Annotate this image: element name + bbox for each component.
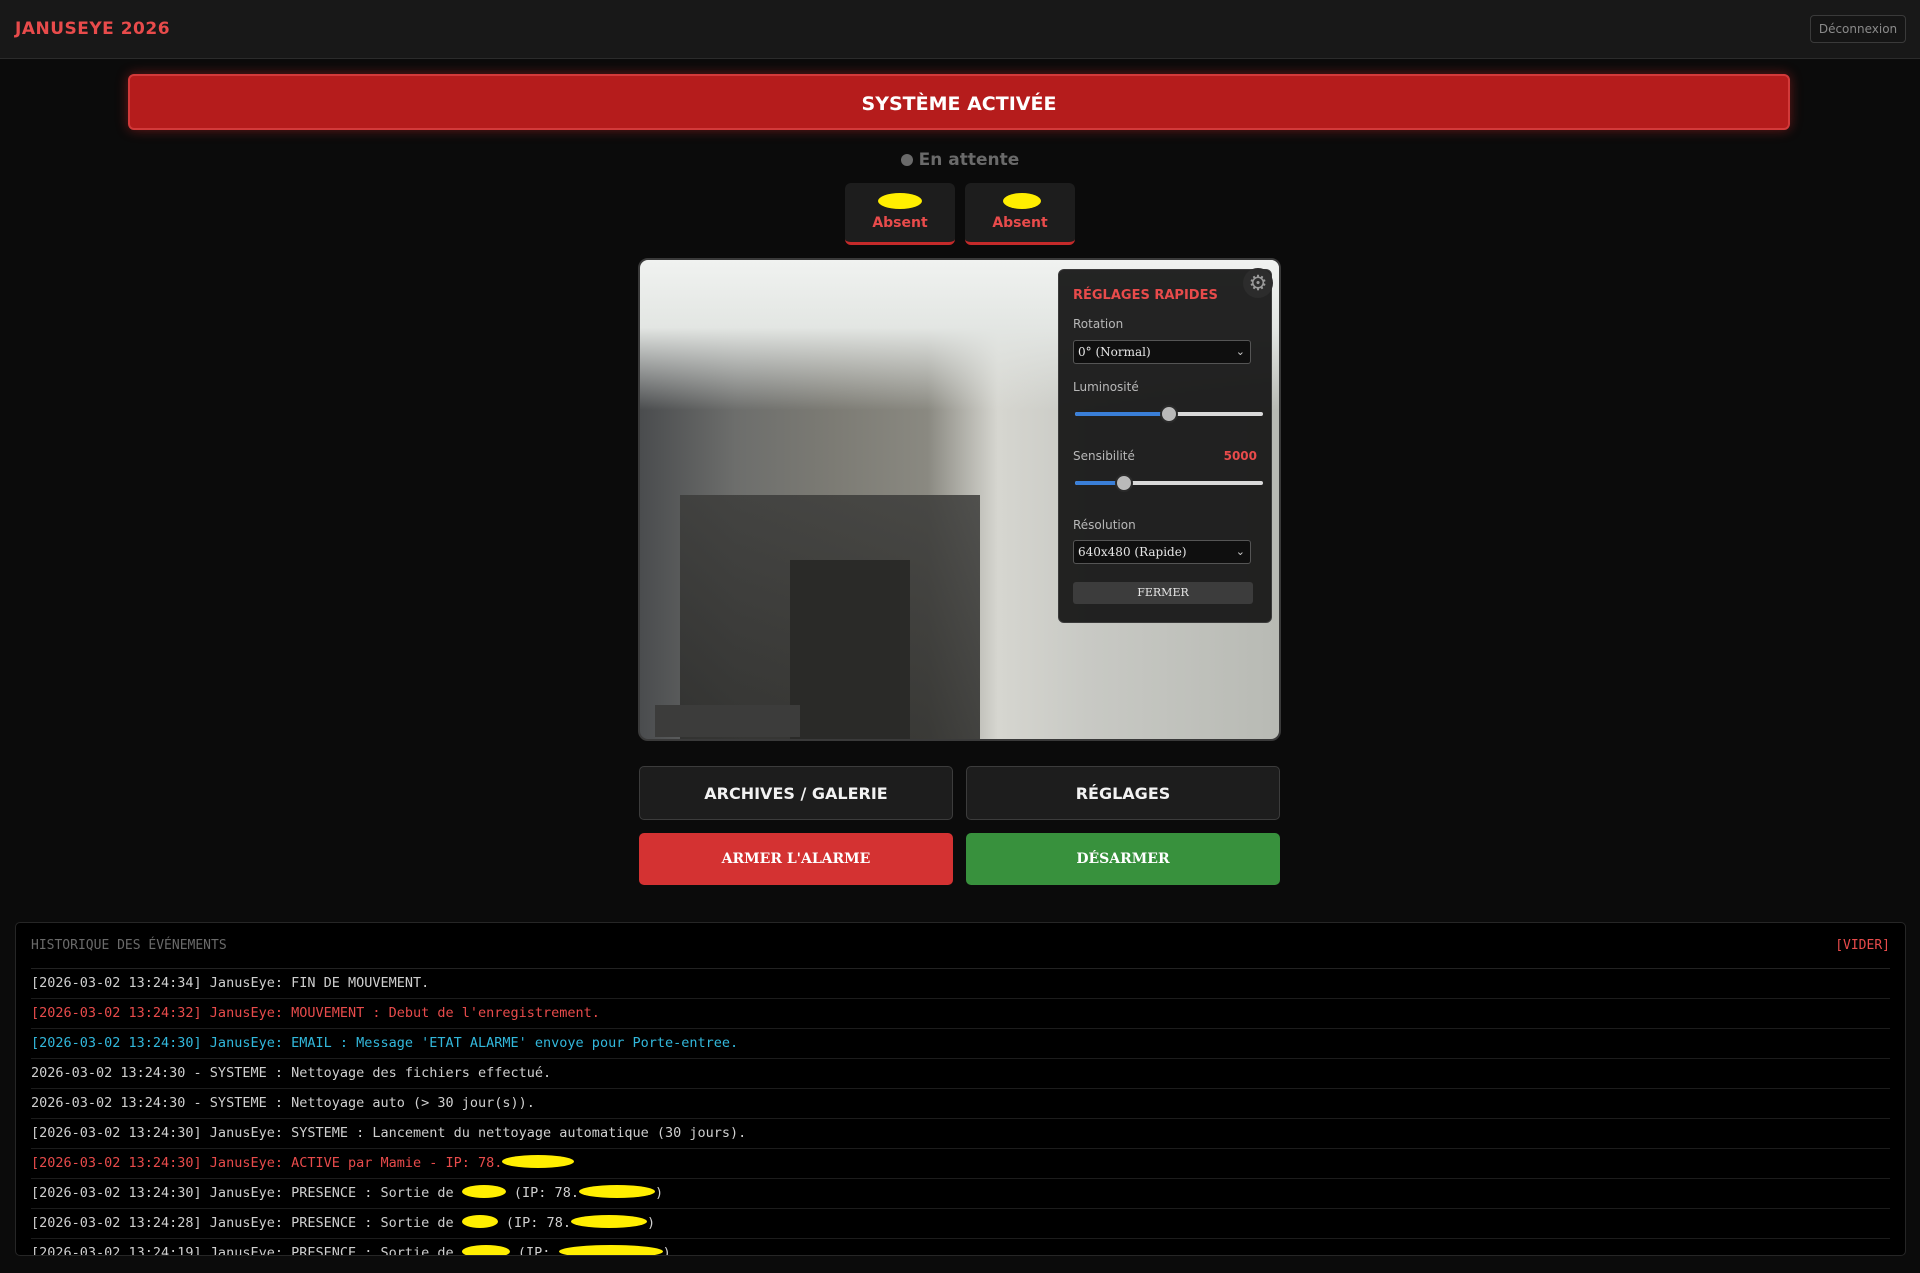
log-text-end: ) bbox=[662, 1245, 671, 1256]
waiting-indicator: En attente bbox=[0, 150, 1920, 170]
arm-alarm-button[interactable]: ARMER L'ALARME bbox=[639, 833, 953, 885]
settings-button[interactable]: RÉGLAGES bbox=[966, 766, 1280, 820]
presence-state: Absent bbox=[992, 215, 1048, 231]
redacted-ip bbox=[502, 1155, 575, 1168]
sensitivity-value: 5000 bbox=[1223, 449, 1257, 463]
resolution-select[interactable]: 640x480 (Rapide) ⌄ bbox=[1073, 540, 1251, 564]
log-entry: [2026-03-02 13:24:30] JanusEye: EMAIL : … bbox=[31, 1029, 1890, 1059]
redacted-ip bbox=[578, 1185, 655, 1198]
quick-settings-panel: ⚙ RÉGLAGES RAPIDES Rotation 0° (Normal) … bbox=[1058, 268, 1273, 623]
log-text: 2026-03-02 13:24:30 - SYSTEME : Nettoyag… bbox=[31, 1095, 535, 1111]
log-text: [2026-03-02 13:24:28] JanusEye: PRESENCE… bbox=[31, 1215, 454, 1231]
redacted-name bbox=[461, 1215, 498, 1228]
close-quick-settings-button[interactable]: FERMER bbox=[1073, 582, 1253, 604]
log-text-ip: (IP: 78. bbox=[513, 1185, 579, 1201]
log-text: [2026-03-02 13:24:32] JanusEye: MOUVEMEN… bbox=[31, 1005, 600, 1021]
redacted-name bbox=[878, 193, 922, 209]
slider-thumb[interactable] bbox=[1114, 474, 1133, 492]
rotation-label: Rotation bbox=[1073, 317, 1124, 331]
presence-state: Absent bbox=[872, 215, 928, 231]
slider-fill bbox=[1075, 412, 1169, 416]
gear-icon[interactable]: ⚙ bbox=[1243, 268, 1273, 298]
event-log-list: [2026-03-02 13:24:34] JanusEye: FIN DE M… bbox=[31, 969, 1890, 1256]
log-entry: 2026-03-02 13:24:30 - SYSTEME : Nettoyag… bbox=[31, 1089, 1890, 1119]
history-title: HISTORIQUE DES ÉVÉNEMENTS bbox=[31, 938, 227, 953]
log-text: [2026-03-02 13:24:30] JanusEye: SYSTEME … bbox=[31, 1125, 747, 1141]
log-text: [2026-03-02 13:24:19] JanusEye: PRESENCE… bbox=[31, 1245, 454, 1256]
presence-card-1: Absent bbox=[845, 183, 955, 245]
redacted-name bbox=[1003, 193, 1041, 209]
rotation-select[interactable]: 0° (Normal) ⌄ bbox=[1073, 340, 1251, 364]
presence-card-2: Absent bbox=[965, 183, 1075, 245]
log-text: [2026-03-02 13:24:30] JanusEye: ACTIVE p… bbox=[31, 1155, 503, 1171]
slider-thumb[interactable] bbox=[1160, 405, 1178, 423]
sensitivity-slider[interactable] bbox=[1075, 473, 1263, 493]
log-entry: [2026-03-02 13:24:32] JanusEye: MOUVEMEN… bbox=[31, 999, 1890, 1029]
log-text: [2026-03-02 13:24:34] JanusEye: FIN DE M… bbox=[31, 975, 430, 991]
log-entry: [2026-03-02 13:24:30] JanusEye: SYSTEME … bbox=[31, 1119, 1890, 1149]
brightness-slider[interactable] bbox=[1075, 404, 1263, 424]
redacted-ip bbox=[558, 1245, 663, 1255]
logout-button[interactable]: Déconnexion bbox=[1810, 15, 1906, 43]
log-text-end: ) bbox=[654, 1185, 664, 1201]
chevron-down-icon: ⌄ bbox=[1235, 545, 1245, 558]
log-entry: [2026-03-02 13:24:30] JanusEye: ACTIVE p… bbox=[31, 1149, 1890, 1179]
log-text: [2026-03-02 13:24:30] JanusEye: EMAIL : … bbox=[31, 1035, 739, 1051]
top-bar: JANUSEYE 2026 Déconnexion bbox=[0, 0, 1920, 59]
log-entry: [2026-03-02 13:24:19] JanusEye: PRESENCE… bbox=[31, 1239, 1890, 1256]
brightness-label: Luminosité bbox=[1073, 380, 1139, 394]
history-header: HISTORIQUE DES ÉVÉNEMENTS [VIDER] bbox=[31, 938, 1890, 969]
log-text-ip: (IP: bbox=[517, 1245, 551, 1256]
redacted-ip bbox=[570, 1215, 647, 1228]
camera-image-object bbox=[790, 560, 910, 739]
resolution-value: 640x480 (Rapide) bbox=[1078, 545, 1187, 559]
quick-settings-title: RÉGLAGES RAPIDES bbox=[1073, 288, 1218, 303]
disarm-button[interactable]: DÉSARMER bbox=[966, 833, 1280, 885]
log-text: 2026-03-02 13:24:30 - SYSTEME : Nettoyag… bbox=[31, 1065, 552, 1081]
log-entry: [2026-03-02 13:24:34] JanusEye: FIN DE M… bbox=[31, 969, 1890, 999]
log-text-end: ) bbox=[646, 1215, 656, 1231]
log-text: [2026-03-02 13:24:30] JanusEye: PRESENCE… bbox=[31, 1185, 454, 1201]
status-dot-icon bbox=[900, 154, 913, 166]
waiting-label: En attente bbox=[918, 150, 1020, 170]
log-entry: [2026-03-02 13:24:28] JanusEye: PRESENCE… bbox=[31, 1209, 1890, 1239]
app-title: JANUSEYE 2026 bbox=[15, 19, 171, 39]
event-history-panel: HISTORIQUE DES ÉVÉNEMENTS [VIDER] [2026-… bbox=[15, 922, 1906, 1256]
log-entry: [2026-03-02 13:24:30] JanusEye: PRESENCE… bbox=[31, 1179, 1890, 1209]
redacted-name bbox=[461, 1245, 510, 1255]
resolution-label: Résolution bbox=[1073, 518, 1136, 532]
log-text-ip: (IP: 78. bbox=[505, 1215, 571, 1231]
system-status-banner: SYSTÈME ACTIVÉE bbox=[128, 74, 1790, 130]
sensitivity-label: Sensibilité bbox=[1073, 449, 1135, 463]
chevron-down-icon: ⌄ bbox=[1235, 345, 1245, 358]
log-entry: 2026-03-02 13:24:30 - SYSTEME : Nettoyag… bbox=[31, 1059, 1890, 1089]
archives-gallery-button[interactable]: ARCHIVES / GALERIE bbox=[639, 766, 953, 820]
camera-timestamp-overlay bbox=[655, 705, 800, 737]
redacted-name bbox=[461, 1185, 506, 1198]
clear-history-button[interactable]: [VIDER] bbox=[1835, 938, 1890, 953]
rotation-value: 0° (Normal) bbox=[1078, 345, 1151, 359]
